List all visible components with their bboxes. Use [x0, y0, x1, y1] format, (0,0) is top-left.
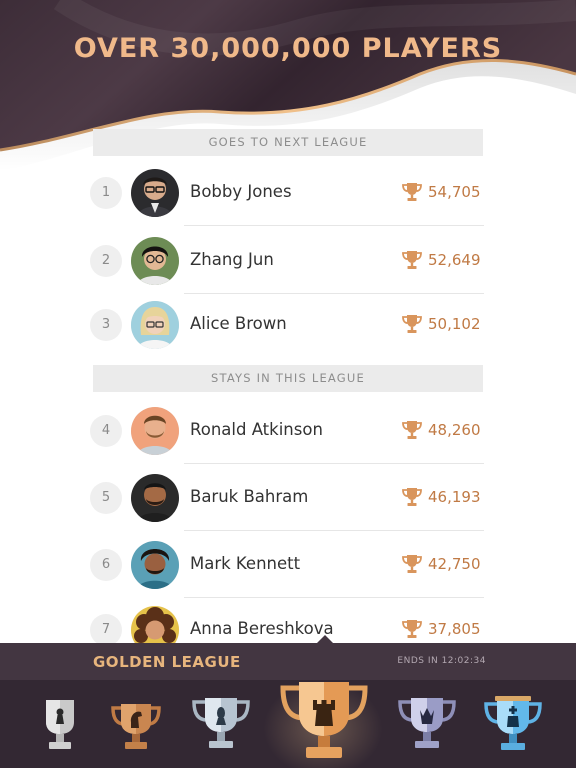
- row-divider: [184, 530, 484, 531]
- avatar: [131, 169, 179, 217]
- trophy-icon: [402, 315, 422, 333]
- rank-badge: 6: [90, 549, 122, 581]
- avatar: [131, 474, 179, 522]
- gold-rook-trophy-icon[interactable]: [277, 680, 371, 766]
- row-divider: [184, 463, 484, 464]
- section-stay-league: STAYS IN THIS LEAGUE: [93, 365, 483, 392]
- league-name: GOLDEN LEAGUE: [93, 653, 241, 671]
- player-name: Mark Kennett: [190, 554, 301, 573]
- silver-bishop-trophy-icon[interactable]: [190, 696, 252, 754]
- rank-badge: 2: [90, 245, 122, 277]
- player-score: 54,705: [428, 183, 481, 201]
- player-row[interactable]: 4 Ronald Atkinson 48,260: [90, 398, 484, 464]
- rank-badge: 3: [90, 309, 122, 341]
- league-timer: ENDS IN 12:02:34: [397, 656, 486, 666]
- diamond-king-trophy-icon[interactable]: [482, 696, 544, 756]
- player-name: Anna Bereshkova: [190, 619, 334, 638]
- rank-badge: 5: [90, 482, 122, 514]
- rank-badge: 7: [90, 614, 122, 646]
- avatar: [131, 301, 179, 349]
- trophy-icon: [402, 488, 422, 506]
- headline-title: OVER 30,000,000 PLAYERS: [73, 33, 503, 64]
- rank-badge: 4: [90, 415, 122, 447]
- avatar: [131, 407, 179, 455]
- avatar: [131, 541, 179, 589]
- player-name: Baruk Bahram: [190, 487, 309, 506]
- trophy-icon: [402, 183, 422, 201]
- trophy-icon: [402, 620, 422, 638]
- selected-league-pointer: [316, 635, 334, 644]
- bronze-knight-trophy-icon[interactable]: [108, 702, 164, 754]
- rank-badge: 1: [90, 177, 122, 209]
- player-score: 46,193: [428, 488, 481, 506]
- player-row[interactable]: 1 Bobby Jones 54,705: [90, 160, 484, 226]
- player-score: 48,260: [428, 421, 481, 439]
- player-row[interactable]: 2 Zhang Jun 52,649: [90, 228, 484, 294]
- player-row[interactable]: 6 Mark Kennett 42,750: [90, 532, 484, 598]
- row-divider: [184, 225, 484, 226]
- section-next-league: GOES TO NEXT LEAGUE: [93, 129, 483, 156]
- player-score: 50,102: [428, 315, 481, 333]
- platinum-queen-trophy-icon[interactable]: [396, 696, 458, 754]
- league-selector: [0, 680, 576, 768]
- trophy-icon: [402, 251, 422, 269]
- player-row[interactable]: 5 Baruk Bahram 46,193: [90, 465, 484, 531]
- avatar: [131, 237, 179, 285]
- trophy-icon: [402, 555, 422, 573]
- player-row[interactable]: 3 Alice Brown 50,102: [90, 292, 484, 358]
- player-name: Alice Brown: [190, 314, 287, 333]
- league-bar: GOLDEN LEAGUE ENDS IN 12:02:34: [0, 635, 576, 680]
- player-score: 42,750: [428, 555, 481, 573]
- player-score: 37,805: [428, 620, 481, 638]
- silver-pawn-trophy-icon[interactable]: [40, 698, 80, 754]
- player-name: Zhang Jun: [190, 250, 274, 269]
- player-name: Bobby Jones: [190, 182, 292, 201]
- player-name: Ronald Atkinson: [190, 420, 323, 439]
- player-score: 52,649: [428, 251, 481, 269]
- trophy-icon: [402, 421, 422, 439]
